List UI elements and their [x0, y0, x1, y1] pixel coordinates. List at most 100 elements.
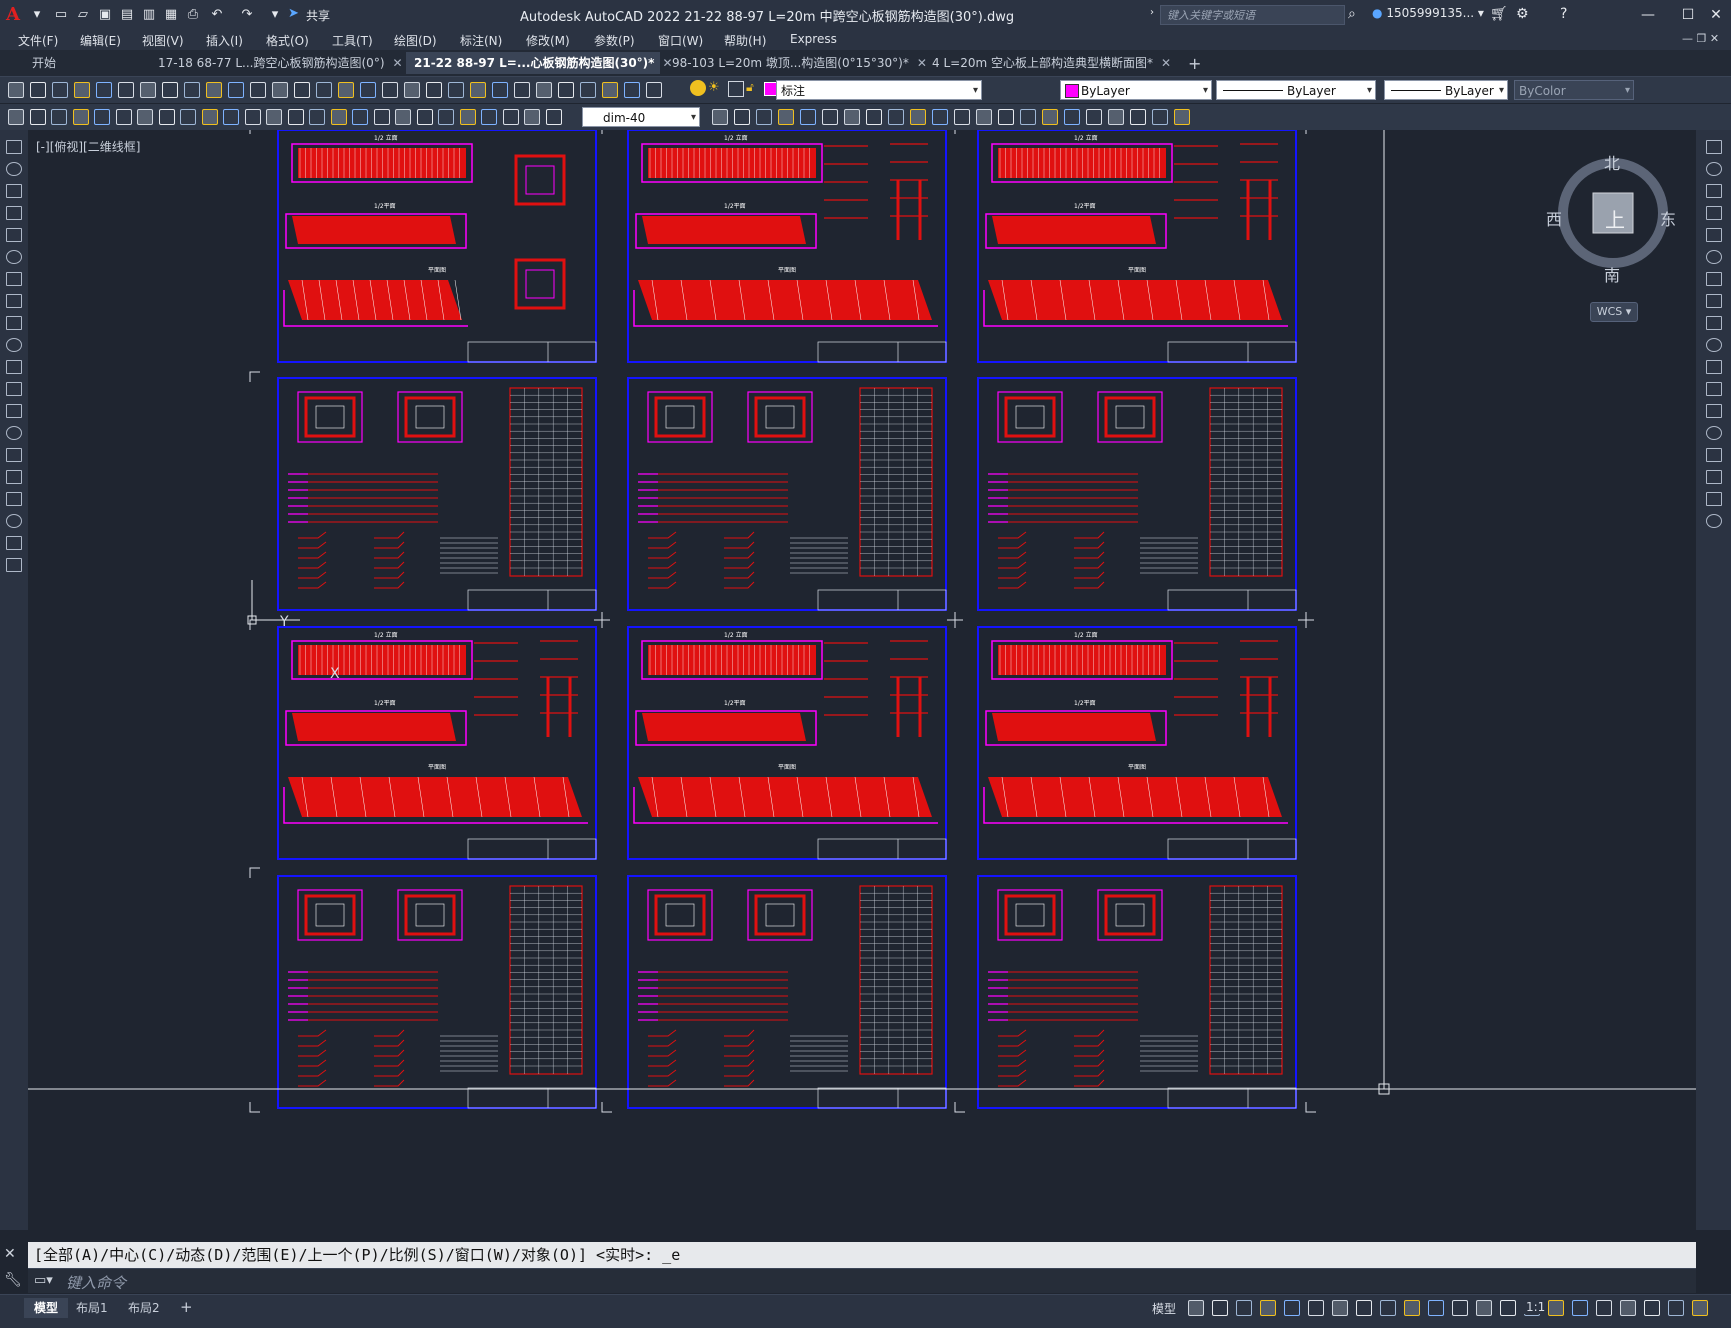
dimension-tool-icon[interactable] [115, 109, 132, 125]
modify-tool-icon[interactable] [1706, 316, 1722, 330]
modify-tool-icon[interactable] [1706, 426, 1722, 440]
recent-commands-icon[interactable]: ▭▾ [34, 1273, 53, 1288]
standard-tool-icon[interactable] [580, 82, 596, 98]
modify-tool-icon[interactable] [1130, 109, 1146, 125]
status-tool-icon[interactable] [1212, 1300, 1228, 1316]
status-tool-icon[interactable] [1356, 1300, 1372, 1316]
modify-tool-icon[interactable] [1706, 184, 1722, 198]
standard-tool-icon[interactable] [228, 82, 244, 98]
modify-tool-icon[interactable] [778, 109, 794, 125]
tab-doc-4[interactable]: 4 L=20m 空心板上部构造典型横断面图* ✕ [924, 52, 1172, 74]
standard-tool-icon[interactable] [404, 82, 420, 98]
save-web-icon[interactable]: ▦ [162, 6, 180, 24]
standard-tool-icon[interactable] [162, 82, 178, 98]
standard-tool-icon[interactable] [118, 82, 134, 98]
standard-tool-icon[interactable] [558, 82, 574, 98]
search-expand-icon[interactable]: › [1150, 7, 1154, 18]
standard-tool-icon[interactable] [96, 82, 112, 98]
standard-tool-icon[interactable] [184, 82, 200, 98]
modify-tool-icon[interactable] [844, 109, 860, 125]
draw-tool-icon[interactable] [6, 382, 22, 396]
maximize-button[interactable]: ☐ [1674, 4, 1702, 26]
modify-tool-icon[interactable] [1706, 162, 1722, 176]
modify-tool-icon[interactable] [1152, 109, 1168, 125]
dimension-tool-icon[interactable] [309, 109, 325, 125]
linetype-select[interactable]: ByLayer ▾ [1216, 80, 1376, 100]
modify-tool-icon[interactable] [1706, 492, 1722, 506]
minimize-button[interactable]: — [1634, 4, 1662, 26]
viewcube-top-label[interactable]: 上 [1605, 204, 1625, 233]
modify-tool-icon[interactable] [734, 109, 750, 125]
dimension-tool-icon[interactable] [373, 109, 390, 125]
standard-tool-icon[interactable] [294, 82, 310, 98]
status-tool-icon[interactable] [1644, 1300, 1660, 1316]
close-button[interactable]: ✕ [1702, 4, 1730, 26]
status-tool-icon[interactable] [1332, 1300, 1348, 1316]
draw-tool-icon[interactable] [6, 316, 22, 330]
status-tool-icon[interactable] [1572, 1300, 1588, 1316]
standard-tool-icon[interactable] [52, 82, 68, 98]
app-menu-chevron-icon[interactable]: ▾ [28, 6, 46, 24]
standard-tool-icon[interactable] [448, 82, 464, 98]
standard-tool-icon[interactable] [536, 82, 552, 98]
dimension-tool-icon[interactable] [352, 109, 368, 125]
search-input[interactable]: 键入关键字或短语 [1160, 5, 1345, 25]
tab-doc-3[interactable]: 98-103 L=20m 墩顶...构造图(0°15°30°)* ✕ [664, 52, 927, 74]
draw-tool-icon[interactable] [6, 250, 22, 264]
viewport-controls-label[interactable]: [-][俯视][二维线框] [36, 138, 140, 155]
dimension-tool-icon[interactable] [223, 109, 239, 125]
tab-doc-2[interactable]: 21-22 88-97 L=...心板钢筋构造图(30°)* ✕ [406, 52, 673, 74]
customize-qa-icon[interactable]: ▾ [266, 6, 284, 24]
color-select[interactable]: ByLayer ▾ [1060, 80, 1212, 100]
menu-parametric[interactable]: 参数(P) [594, 32, 635, 49]
dimension-tool-icon[interactable] [330, 109, 347, 125]
menu-express[interactable]: Express [790, 32, 837, 46]
modify-tool-icon[interactable] [1086, 109, 1102, 125]
modify-tool-icon[interactable] [998, 109, 1014, 125]
menu-edit[interactable]: 编辑(E) [80, 32, 121, 49]
open-web-icon[interactable]: ▥ [140, 6, 158, 24]
autodesk-app-icon[interactable]: ⚙ [1516, 6, 1529, 22]
autocad-logo-icon[interactable]: A [6, 4, 26, 26]
draw-tool-icon[interactable] [6, 162, 22, 176]
draw-tool-icon[interactable] [6, 558, 22, 572]
modify-tool-icon[interactable] [822, 109, 838, 125]
dimension-tool-icon[interactable] [72, 109, 89, 125]
modify-tool-icon[interactable] [1108, 109, 1124, 125]
dimension-tool-icon[interactable] [244, 109, 261, 125]
modify-tool-icon[interactable] [1706, 360, 1722, 374]
draw-tool-icon[interactable] [6, 426, 22, 440]
draw-tool-icon[interactable] [6, 360, 22, 374]
modify-tool-icon[interactable] [1706, 338, 1722, 352]
add-layout-icon[interactable]: + [180, 1298, 193, 1316]
modify-tool-icon[interactable] [1706, 206, 1722, 220]
standard-tool-icon[interactable] [646, 82, 662, 98]
customize-command-icon[interactable]: 🔧︎ [4, 1272, 22, 1288]
dimension-tool-icon[interactable] [201, 109, 218, 125]
modify-tool-icon[interactable] [1706, 140, 1722, 154]
modify-tool-icon[interactable] [910, 109, 926, 125]
modify-tool-icon[interactable] [866, 109, 882, 125]
standard-tool-icon[interactable] [8, 82, 24, 98]
draw-tool-icon[interactable] [6, 338, 22, 352]
modify-tool-icon[interactable] [1706, 404, 1722, 418]
draw-tool-icon[interactable] [6, 404, 22, 418]
modify-tool-icon[interactable] [888, 109, 904, 125]
dimension-tool-icon[interactable] [137, 109, 153, 125]
modify-tool-icon[interactable] [712, 109, 728, 125]
save-as-icon[interactable]: ▤ [118, 6, 136, 24]
modify-tool-icon[interactable] [1706, 448, 1722, 462]
dimension-tool-icon[interactable] [8, 109, 24, 125]
modify-tool-icon[interactable] [1706, 470, 1722, 484]
dimension-tool-icon[interactable] [158, 109, 175, 125]
cart-icon[interactable]: 🛒︎ [1490, 6, 1508, 22]
status-tool-icon[interactable] [1188, 1300, 1204, 1316]
standard-tool-icon[interactable] [360, 82, 376, 98]
compass-south[interactable]: 南 [1604, 262, 1620, 286]
status-tool-icon[interactable] [1452, 1300, 1468, 1316]
plotstyle-select[interactable]: ByColor ▾ [1514, 80, 1634, 100]
draw-tool-icon[interactable] [6, 140, 22, 154]
redo-icon[interactable]: ↷ [238, 6, 256, 24]
compass-east[interactable]: 东 [1660, 206, 1676, 230]
status-tool-icon[interactable] [1596, 1300, 1612, 1316]
